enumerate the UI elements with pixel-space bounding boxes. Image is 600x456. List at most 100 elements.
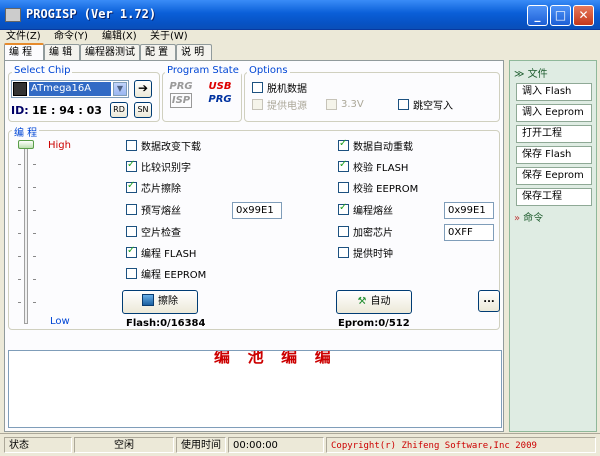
option-label: 编程 FLASH	[141, 248, 197, 260]
voltage-checkbox[interactable]	[326, 98, 337, 110]
open-project-button[interactable]: 打开工程	[516, 125, 592, 143]
load-eeprom-button[interactable]: 调入 Eeprom	[516, 104, 592, 122]
slider-tick	[18, 279, 21, 280]
opt-prewrite-fuse[interactable]: 预写熔丝	[126, 202, 181, 217]
checkbox[interactable]	[338, 246, 349, 258]
checkbox[interactable]	[338, 159, 349, 172]
chip-icon	[13, 82, 27, 96]
opt-blank-check[interactable]: 空片检查	[126, 224, 181, 239]
option-label: 编程 EEPROM	[141, 269, 207, 281]
log-output[interactable]: 编 池 编 编	[8, 350, 502, 428]
opt-chip-erase[interactable]: 芯片擦除	[126, 180, 181, 195]
auto-button[interactable]: ⚒ 自动	[336, 290, 412, 314]
time-value: 00:00:00	[228, 437, 324, 453]
app-icon	[5, 8, 21, 22]
power-label: 提供电源	[267, 100, 307, 112]
offline-data-label: 脱机数据	[267, 83, 307, 95]
checkbox[interactable]	[338, 181, 349, 193]
status-bar: 状态 空闲 使用时间 00:00:00 Copyright(r) Zhifeng…	[0, 433, 600, 456]
skip-blank-option[interactable]: 跳空写入	[398, 97, 453, 112]
power-checkbox[interactable]	[252, 98, 263, 110]
checkbox[interactable]	[338, 202, 349, 215]
slider-high-label: High	[48, 140, 71, 151]
prefuse-input[interactable]: 0x99E1	[232, 202, 282, 219]
opt-verify-eeprom[interactable]: 校验 EEPROM	[338, 180, 419, 195]
tab-config[interactable]: 配 置	[140, 44, 176, 61]
opt-program-fuse[interactable]: 编程熔丝	[338, 202, 393, 217]
voltage-option[interactable]: 3.3V	[326, 97, 364, 111]
slider-tick	[33, 302, 36, 303]
skip-blank-checkbox[interactable]	[398, 98, 409, 110]
checkbox[interactable]	[126, 225, 137, 237]
slider-tick	[18, 164, 21, 165]
lock-input[interactable]: 0XFF	[444, 224, 494, 241]
options-title: Options	[247, 65, 290, 76]
slider-low-label: Low	[50, 316, 70, 327]
collapse-icon: ≫	[514, 69, 528, 80]
slider-tick	[33, 256, 36, 257]
menu-command[interactable]: 命令(Y)	[54, 30, 88, 44]
tab-edit[interactable]: 编 辑	[44, 44, 80, 61]
power-option[interactable]: 提供电源	[252, 97, 307, 112]
offline-data-checkbox[interactable]	[252, 81, 263, 93]
fuse-input[interactable]: 0x99E1	[444, 202, 494, 219]
sidebar-file-header[interactable]: ≫ 文件	[514, 65, 548, 80]
slider-tick	[33, 187, 36, 188]
option-label: 预写熔丝	[141, 205, 181, 217]
usb-prg-top: USB	[208, 81, 232, 92]
window-title: PROGISP (Ver 1.72)	[26, 7, 157, 21]
arrow-right-button[interactable]: ➔	[134, 80, 152, 98]
sn-button[interactable]: SN	[134, 102, 152, 118]
opt-program-eeprom[interactable]: 编程 EEPROM	[126, 266, 207, 281]
checkbox[interactable]	[338, 138, 349, 151]
speed-slider-thumb[interactable]	[18, 140, 34, 149]
save-flash-button[interactable]: 保存 Flash	[516, 146, 592, 164]
checkbox[interactable]	[126, 245, 137, 258]
skip-blank-label: 跳空写入	[413, 100, 453, 112]
run-icon: ⚒	[357, 296, 367, 307]
opt-compare-signature[interactable]: 比较识别字	[126, 159, 191, 174]
slider-tick	[33, 233, 36, 234]
speed-slider-track[interactable]	[24, 142, 28, 324]
checkbox[interactable]	[126, 139, 137, 151]
close-button[interactable]: ✕	[573, 5, 594, 26]
save-project-button[interactable]: 保存工程	[516, 188, 592, 206]
isp-prg-top: PRG	[169, 81, 193, 92]
opt-lock-chip[interactable]: 加密芯片	[338, 224, 393, 239]
chevron-down-icon[interactable]: ▼	[113, 82, 127, 96]
save-eeprom-button[interactable]: 保存 Eeprom	[516, 167, 592, 185]
title-bar[interactable]: PROGISP (Ver 1.72) _ □ ✕	[0, 0, 600, 30]
tab-programmer-test[interactable]: 编程器测试	[80, 44, 140, 61]
menu-file[interactable]: 文件(Z)	[6, 30, 41, 44]
opt-download-on-change[interactable]: 数据改变下载	[126, 138, 201, 153]
offline-data-option[interactable]: 脱机数据	[252, 80, 307, 95]
load-flash-button[interactable]: 调入 Flash	[516, 83, 592, 101]
option-label: 校验 EEPROM	[353, 183, 419, 195]
auto-label: 自动	[370, 296, 391, 307]
checkbox[interactable]	[126, 159, 137, 172]
erase-button[interactable]: 擦除	[122, 290, 198, 314]
chip-select[interactable]: ATmega16A ▼	[11, 80, 129, 98]
option-label: 空片检查	[141, 227, 181, 239]
checkbox[interactable]	[126, 203, 137, 215]
opt-auto-reload[interactable]: 数据自动重载	[338, 138, 413, 153]
slider-tick	[18, 187, 21, 188]
menu-about[interactable]: 关于(W)	[150, 30, 188, 44]
checkbox[interactable]	[126, 180, 137, 193]
voltage-label: 3.3V	[341, 98, 364, 110]
maximize-button[interactable]: □	[550, 5, 571, 26]
more-button[interactable]: ...	[478, 290, 500, 312]
sidebar-command-header[interactable]: » 命令	[514, 209, 543, 224]
opt-verify-flash[interactable]: 校验 FLASH	[338, 159, 408, 174]
select-chip-title: Select Chip	[12, 65, 73, 76]
opt-program-flash[interactable]: 编程 FLASH	[126, 245, 197, 260]
tab-help[interactable]: 说 明	[176, 44, 212, 61]
menu-edit[interactable]: 编辑(X)	[102, 30, 137, 44]
usb-prg-icon: USB PRG	[203, 80, 237, 116]
minimize-button[interactable]: _	[527, 5, 548, 26]
rd-button[interactable]: RD	[110, 102, 128, 118]
opt-provide-clock[interactable]: 提供时钟	[338, 245, 393, 260]
checkbox[interactable]	[338, 225, 349, 237]
checkbox[interactable]	[126, 267, 137, 279]
slider-tick	[18, 256, 21, 257]
